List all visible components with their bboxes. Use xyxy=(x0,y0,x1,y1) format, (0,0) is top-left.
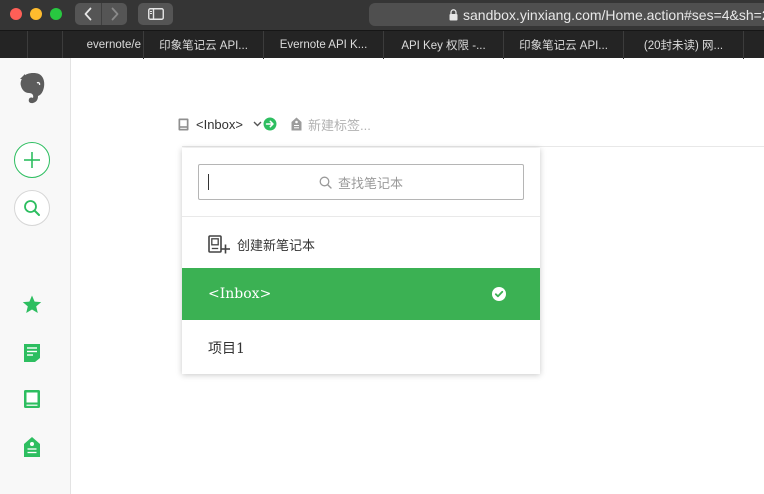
url-text: sandbox.yinxiang.com/Home.action#ses=4&s… xyxy=(463,6,764,23)
browser-tab[interactable]: (20封未读) 网... xyxy=(624,31,744,59)
browser-tab[interactable]: 印象笔记云 API... xyxy=(504,31,624,59)
browser-titlebar: sandbox.yinxiang.com/Home.action#ses=4&s… xyxy=(0,0,764,30)
menu-divider xyxy=(182,216,540,217)
new-note-button[interactable] xyxy=(14,142,50,178)
search-icon xyxy=(319,176,332,189)
sidebar-icon xyxy=(147,8,164,20)
shortcuts-star-icon[interactable] xyxy=(21,293,43,315)
notebook-item-project1[interactable]: 项目1 xyxy=(182,322,540,374)
notebook-dropdown: 查找笔记本 创建新笔记本 <Inbox> 项目1 xyxy=(182,148,540,374)
browser-tab[interactable]: API Key 权限 -... xyxy=(384,31,504,59)
header-divider xyxy=(182,146,764,147)
notes-icon[interactable] xyxy=(22,342,42,364)
forward-button[interactable] xyxy=(101,3,127,25)
checkmark-icon xyxy=(492,287,506,301)
search-button[interactable] xyxy=(14,190,50,226)
chevron-down-icon[interactable] xyxy=(253,121,262,127)
note-header: <Inbox> 新建标签... xyxy=(178,114,371,134)
app-sidebar xyxy=(0,58,71,494)
notebook-search-input[interactable]: 查找笔记本 xyxy=(198,164,524,200)
notebooks-icon[interactable] xyxy=(22,388,42,410)
browser-tab[interactable] xyxy=(0,31,28,59)
text-cursor xyxy=(208,174,209,190)
notebook-item-inbox[interactable]: <Inbox> xyxy=(182,268,540,320)
back-button[interactable] xyxy=(75,3,101,25)
browser-tab[interactable] xyxy=(744,31,764,59)
notebook-item-label: <Inbox> xyxy=(208,286,272,302)
browser-tab[interactable]: evernote/e xyxy=(63,31,144,59)
tags-icon[interactable] xyxy=(22,435,42,459)
minimize-window-button[interactable] xyxy=(30,8,42,20)
lock-icon xyxy=(449,8,458,21)
zoom-window-button[interactable] xyxy=(50,8,62,20)
tab-bar: evernote/e 印象笔记云 API... Evernote API K..… xyxy=(0,30,764,59)
chevron-left-icon xyxy=(84,7,92,21)
browser-tab[interactable]: 印象笔记云 API... xyxy=(144,31,264,59)
close-window-button[interactable] xyxy=(10,8,22,20)
create-notebook-label: 创建新笔记本 xyxy=(237,237,316,253)
notebook-icon xyxy=(178,118,189,131)
chevron-right-icon xyxy=(111,7,118,21)
notebook-item-label: 项目1 xyxy=(208,341,245,357)
create-notebook-button[interactable]: 创建新笔记本 xyxy=(208,232,315,256)
search-placeholder: 查找笔记本 xyxy=(337,175,403,191)
sidebar-toggle-button[interactable] xyxy=(138,3,173,25)
new-notebook-icon xyxy=(208,234,231,254)
plus-icon xyxy=(24,152,40,168)
browser-tab-pinned[interactable] xyxy=(28,31,63,59)
browser-tab[interactable]: Evernote API K... xyxy=(264,31,384,59)
search-icon xyxy=(24,200,40,216)
notebook-selector[interactable]: <Inbox> xyxy=(196,117,243,132)
arrow-circle-icon xyxy=(263,117,277,131)
tag-icon xyxy=(291,117,302,131)
address-bar[interactable]: sandbox.yinxiang.com/Home.action#ses=4&s… xyxy=(369,3,764,26)
evernote-logo-icon[interactable] xyxy=(15,70,49,106)
new-tag-input[interactable]: 新建标签... xyxy=(308,115,371,134)
